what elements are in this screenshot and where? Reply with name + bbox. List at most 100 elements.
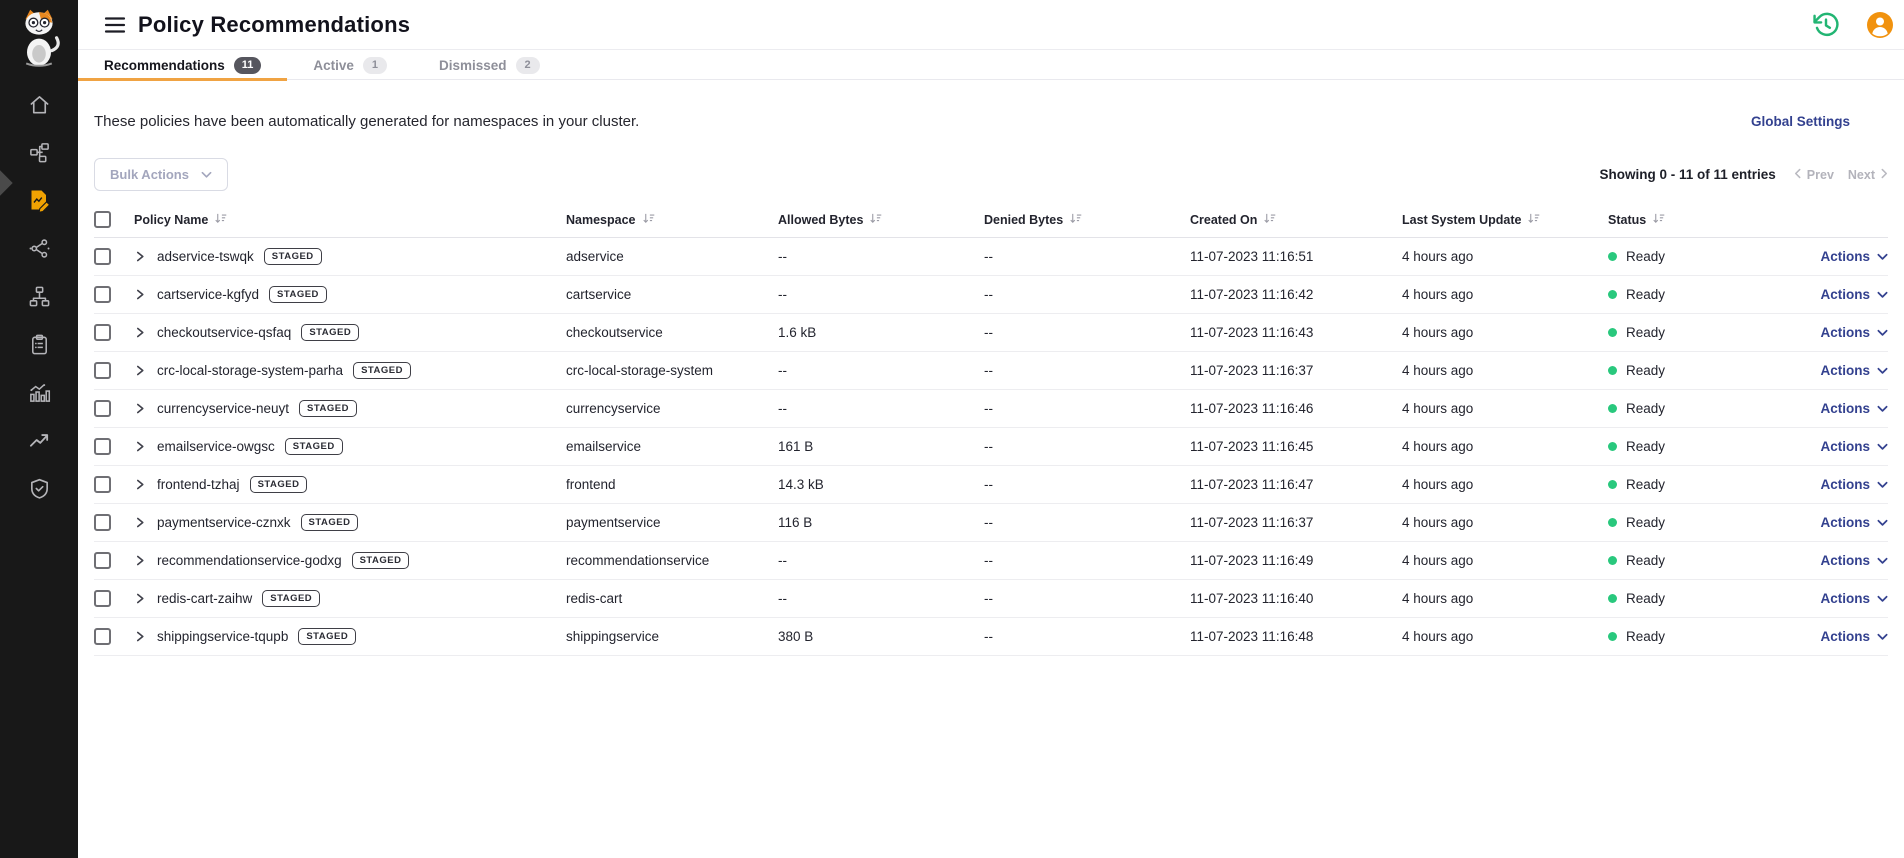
actions-label: Actions <box>1820 553 1870 568</box>
status-cell: Ready <box>1608 314 1756 352</box>
sidebar-item-network-graph[interactable] <box>0 224 78 272</box>
prev-page-button[interactable]: Prev <box>1794 168 1834 182</box>
tab-dismissed[interactable]: Dismissed 2 <box>413 50 566 80</box>
actions-button[interactable]: Actions <box>1820 591 1888 606</box>
column-header-namespace[interactable]: Namespace <box>566 205 778 238</box>
actions-button[interactable]: Actions <box>1820 515 1888 530</box>
row-checkbox-cell <box>94 390 134 428</box>
row-checkbox[interactable] <box>94 438 111 455</box>
table-body: adservice-tswqk STAGED adservice -- -- 1… <box>94 238 1888 656</box>
actions-button[interactable]: Actions <box>1820 439 1888 454</box>
last-system-update-cell: 4 hours ago <box>1402 504 1608 542</box>
actions-cell: Actions <box>1756 352 1888 390</box>
actions-label: Actions <box>1820 439 1870 454</box>
global-settings-link[interactable]: Global Settings <box>1751 114 1850 129</box>
column-header-policy-name[interactable]: Policy Name <box>134 205 566 238</box>
row-checkbox[interactable] <box>94 590 111 607</box>
chevron-down-icon <box>1877 249 1888 264</box>
menu-icon[interactable] <box>102 12 128 38</box>
expand-row-icon[interactable] <box>134 515 147 530</box>
row-checkbox-cell <box>94 466 134 504</box>
tab-recommendations[interactable]: Recommendations 11 <box>78 50 287 80</box>
expand-row-icon[interactable] <box>134 439 147 454</box>
actions-button[interactable]: Actions <box>1820 287 1888 302</box>
table-row: paymentservice-cznxk STAGED paymentservi… <box>94 504 1888 542</box>
actions-label: Actions <box>1820 249 1870 264</box>
chevron-down-icon <box>1877 401 1888 416</box>
actions-cell: Actions <box>1756 428 1888 466</box>
actions-button[interactable]: Actions <box>1820 629 1888 644</box>
expand-row-icon[interactable] <box>134 325 147 340</box>
actions-button[interactable]: Actions <box>1820 553 1888 568</box>
actions-button[interactable]: Actions <box>1820 477 1888 492</box>
row-checkbox[interactable] <box>94 552 111 569</box>
table-row: emailservice-owgsc STAGED emailservice 1… <box>94 428 1888 466</box>
tab-count-badge: 1 <box>363 57 387 74</box>
sidebar-item-security[interactable] <box>0 464 78 512</box>
row-checkbox[interactable] <box>94 286 111 303</box>
status-dot <box>1608 480 1617 489</box>
status-label: Ready <box>1626 249 1665 264</box>
home-icon <box>28 93 51 116</box>
denied-bytes-cell: -- <box>984 314 1190 352</box>
namespace-cell: adservice <box>566 238 778 276</box>
sidebar-item-topology[interactable] <box>0 128 78 176</box>
status-cell: Ready <box>1608 504 1756 542</box>
column-header-last-system-update[interactable]: Last System Update <box>1402 205 1608 238</box>
allowed-bytes-cell: -- <box>778 390 984 428</box>
bulk-actions-button[interactable]: Bulk Actions <box>94 158 228 191</box>
tab-active[interactable]: Active 1 <box>287 50 413 80</box>
actions-button[interactable]: Actions <box>1820 249 1888 264</box>
row-checkbox[interactable] <box>94 476 111 493</box>
row-checkbox[interactable] <box>94 248 111 265</box>
row-checkbox[interactable] <box>94 362 111 379</box>
created-on-cell: 11-07-2023 11:16:49 <box>1190 542 1402 580</box>
chevron-down-icon <box>1877 629 1888 644</box>
row-checkbox[interactable] <box>94 628 111 645</box>
history-icon[interactable] <box>1812 11 1840 39</box>
actions-button[interactable]: Actions <box>1820 363 1888 378</box>
expand-row-icon[interactable] <box>134 629 147 644</box>
staged-badge: STAGED <box>262 590 320 607</box>
row-checkbox[interactable] <box>94 324 111 341</box>
created-on-cell: 11-07-2023 11:16:46 <box>1190 390 1402 428</box>
row-checkbox[interactable] <box>94 514 111 531</box>
sidebar-item-trends[interactable] <box>0 416 78 464</box>
next-page-button[interactable]: Next <box>1848 168 1888 182</box>
status-cell: Ready <box>1608 238 1756 276</box>
status-cell: Ready <box>1608 542 1756 580</box>
row-checkbox[interactable] <box>94 400 111 417</box>
chevron-down-icon <box>1877 363 1888 378</box>
expand-row-icon[interactable] <box>134 591 147 606</box>
sidebar-item-analytics[interactable] <box>0 368 78 416</box>
actions-button[interactable]: Actions <box>1820 401 1888 416</box>
sidebar-item-clipboard[interactable] <box>0 320 78 368</box>
expand-row-icon[interactable] <box>134 477 147 492</box>
column-header-status[interactable]: Status <box>1608 205 1756 238</box>
chevron-down-icon <box>1877 515 1888 530</box>
column-header-created-on[interactable]: Created On <box>1190 205 1402 238</box>
expand-row-icon[interactable] <box>134 553 147 568</box>
namespace-cell: checkoutservice <box>566 314 778 352</box>
status-dot <box>1608 442 1617 451</box>
expand-row-icon[interactable] <box>134 249 147 264</box>
sidebar-item-home[interactable] <box>0 80 78 128</box>
expand-row-icon[interactable] <box>134 401 147 416</box>
actions-button[interactable]: Actions <box>1820 325 1888 340</box>
actions-cell: Actions <box>1756 542 1888 580</box>
expand-row-icon[interactable] <box>134 363 147 378</box>
last-system-update-cell: 4 hours ago <box>1402 542 1608 580</box>
select-all-checkbox[interactable] <box>94 211 111 228</box>
sidebar-item-sitemap[interactable] <box>0 272 78 320</box>
column-header-allowed-bytes[interactable]: Allowed Bytes <box>778 205 984 238</box>
app-logo[interactable] <box>0 0 78 74</box>
sort-icon <box>869 213 882 227</box>
expand-row-icon[interactable] <box>134 287 147 302</box>
status-cell: Ready <box>1608 618 1756 656</box>
staged-badge: STAGED <box>301 324 359 341</box>
status-label: Ready <box>1626 629 1665 644</box>
status-dot <box>1608 328 1617 337</box>
user-avatar-icon[interactable] <box>1866 11 1894 39</box>
table-row: checkoutservice-qsfaq STAGED checkoutser… <box>94 314 1888 352</box>
column-header-denied-bytes[interactable]: Denied Bytes <box>984 205 1190 238</box>
